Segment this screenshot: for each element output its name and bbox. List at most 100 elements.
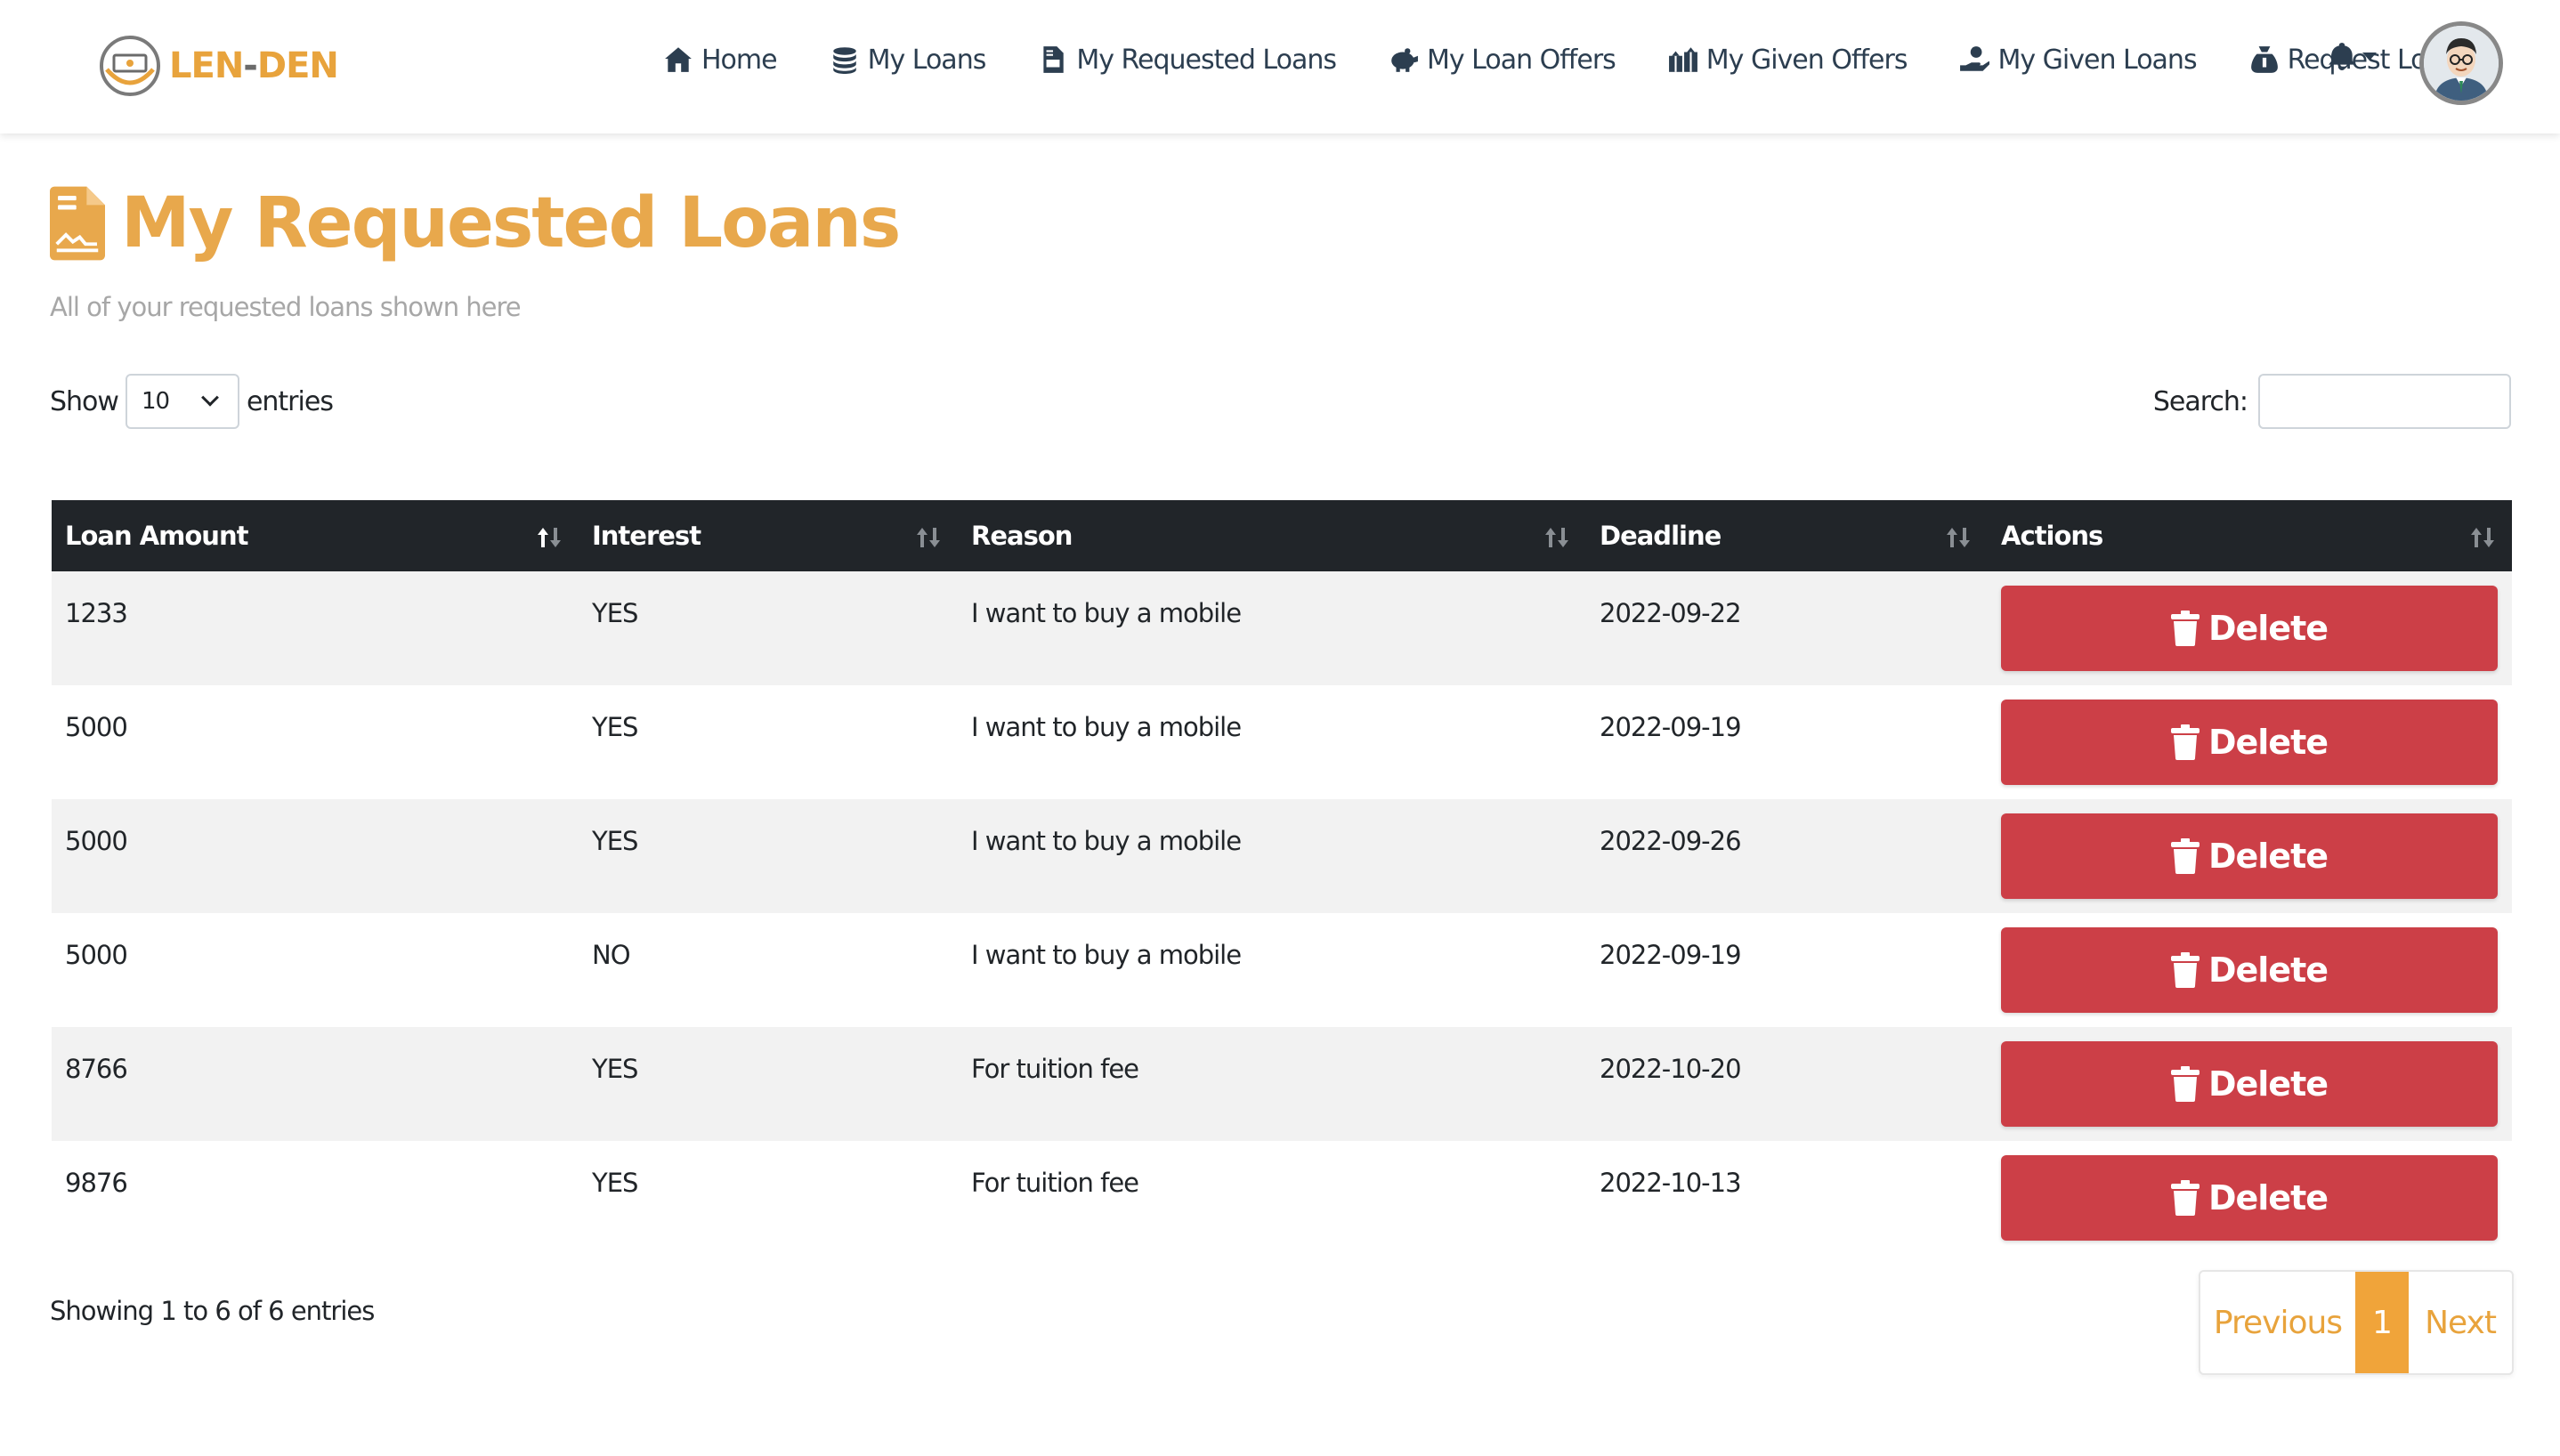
cell-actions: Delete — [1988, 1027, 2512, 1141]
table-header: Loan Amount Interest Reason Deadline Act… — [52, 500, 2512, 571]
cell-deadline: 2022-09-22 — [1600, 598, 1742, 628]
table-row: 9876 YES For tuition fee 2022-10-13 Dele… — [52, 1141, 2512, 1255]
show-label: Show — [50, 385, 119, 417]
user-avatar-icon — [2424, 26, 2499, 101]
nav-home-label: Home — [701, 44, 778, 76]
column-header-reason[interactable]: Reason — [958, 500, 1586, 571]
cell-reason: I want to buy a mobile — [971, 712, 1242, 742]
nav-my-given-offers[interactable]: My Given Offers — [1667, 44, 1908, 76]
delete-button[interactable]: Delete — [2001, 1041, 2498, 1127]
column-header-label: Reason — [971, 521, 1073, 551]
cell-loan-amount: 9876 — [65, 1168, 128, 1198]
search-control: Search: — [2153, 374, 2511, 429]
logo-icon — [100, 36, 160, 96]
search-input[interactable] — [2258, 374, 2511, 429]
file-invoice-icon — [1037, 44, 1069, 76]
trash-icon — [2170, 1180, 2199, 1216]
column-header-loan-amount[interactable]: Loan Amount — [52, 500, 579, 571]
sort-icon — [913, 524, 944, 551]
entries-select[interactable]: 10 — [125, 374, 239, 429]
nav-links: Home My Loans My Requested Loans My Loan… — [662, 36, 2509, 84]
delete-button[interactable]: Delete — [2001, 927, 2498, 1013]
trash-icon — [2170, 724, 2199, 760]
delete-button[interactable]: Delete — [2001, 1155, 2498, 1241]
cell-interest: YES — [592, 1168, 638, 1198]
cell-deadline: 2022-10-13 — [1600, 1168, 1742, 1198]
column-header-deadline[interactable]: Deadline — [1586, 500, 1988, 571]
table-row: 5000 YES I want to buy a mobile 2022-09-… — [52, 799, 2512, 913]
cell-deadline: 2022-10-20 — [1600, 1054, 1742, 1084]
nav-my-requested-loans-label: My Requested Loans — [1076, 44, 1337, 76]
show-entries-control: Show 10 entries — [50, 374, 334, 429]
piggy-bank-icon — [1388, 44, 1420, 76]
cell-actions: Delete — [1988, 913, 2512, 1027]
sort-icon — [1542, 524, 1572, 551]
sort-ascending-icon — [534, 524, 564, 551]
cell-interest: YES — [592, 598, 638, 628]
trash-icon — [2170, 1066, 2199, 1102]
table-info: Showing 1 to 6 of 6 entries — [50, 1296, 375, 1326]
delete-button[interactable]: Delete — [2001, 586, 2498, 671]
page-1-button[interactable]: 1 — [2355, 1272, 2409, 1373]
bell-icon — [2329, 43, 2355, 70]
cell-actions: Delete — [1988, 685, 2512, 799]
brand-name: LEN-DEN — [169, 45, 339, 86]
cell-deadline: 2022-09-19 — [1600, 940, 1742, 970]
column-header-label: Interest — [592, 521, 701, 551]
nav-my-given-offers-label: My Given Offers — [1705, 44, 1908, 76]
trash-icon — [2170, 611, 2199, 646]
cell-loan-amount: 5000 — [65, 940, 128, 970]
user-avatar[interactable] — [2419, 21, 2503, 105]
requested-loans-table: Loan Amount Interest Reason Deadline Act… — [52, 500, 2512, 1255]
column-header-label: Deadline — [1600, 521, 1722, 551]
notifications-dropdown[interactable] — [2327, 41, 2377, 71]
cell-interest: YES — [592, 826, 638, 856]
table-row: 5000 NO I want to buy a mobile 2022-09-1… — [52, 913, 2512, 1027]
column-header-interest[interactable]: Interest — [579, 500, 958, 571]
sort-icon — [1943, 524, 1973, 551]
cell-reason: I want to buy a mobile — [971, 826, 1242, 856]
pagination: Previous 1 Next — [2199, 1270, 2514, 1375]
nav-my-loan-offers[interactable]: My Loan Offers — [1388, 44, 1616, 76]
delete-button[interactable]: Delete — [2001, 700, 2498, 785]
chevron-down-icon — [201, 388, 219, 407]
cell-loan-amount: 5000 — [65, 712, 128, 742]
gifts-icon — [1667, 44, 1699, 76]
nav-my-given-loans[interactable]: My Given Loans — [1958, 44, 2198, 76]
cell-reason: For tuition fee — [971, 1054, 1139, 1084]
cell-actions: Delete — [1988, 799, 2512, 913]
nav-home[interactable]: Home — [662, 44, 778, 76]
delete-button-label: Delete — [2208, 1064, 2329, 1104]
file-invoice-icon — [50, 186, 105, 261]
search-label: Search: — [2152, 385, 2248, 417]
delete-button[interactable]: Delete — [2001, 813, 2498, 899]
cell-interest: NO — [592, 940, 631, 970]
delete-button-label: Delete — [2208, 950, 2329, 990]
cell-loan-amount: 8766 — [65, 1054, 128, 1084]
cell-loan-amount: 1233 — [65, 598, 128, 628]
entries-label: entries — [246, 385, 334, 417]
brand[interactable]: LEN-DEN — [98, 34, 339, 98]
page-title: My Requested Loans — [121, 183, 901, 263]
entries-select-value: 10 — [141, 388, 170, 415]
top-navbar: LEN-DEN Home My Loans My Requested Loans… — [0, 0, 2560, 133]
page-subtitle: All of your requested loans shown here — [50, 292, 522, 322]
delete-button-label: Delete — [2208, 1178, 2329, 1217]
next-page-button[interactable]: Next — [2409, 1272, 2512, 1373]
cell-loan-amount: 5000 — [65, 826, 128, 856]
nav-my-loans[interactable]: My Loans — [829, 44, 986, 76]
cell-interest: YES — [592, 1054, 638, 1084]
table-row: 5000 YES I want to buy a mobile 2022-09-… — [52, 685, 2512, 799]
trash-icon — [2170, 838, 2199, 874]
cell-deadline: 2022-09-19 — [1600, 712, 1742, 742]
previous-page-button[interactable]: Previous — [2200, 1272, 2355, 1373]
column-header-label: Loan Amount — [65, 521, 248, 551]
nav-my-given-loans-label: My Given Loans — [1997, 44, 2197, 76]
caret-down-icon — [2362, 52, 2377, 61]
nav-my-requested-loans[interactable]: My Requested Loans — [1037, 44, 1337, 76]
delete-button-label: Delete — [2208, 723, 2329, 762]
cell-reason: I want to buy a mobile — [971, 598, 1242, 628]
column-header-actions[interactable]: Actions — [1988, 500, 2512, 571]
house-icon — [662, 44, 694, 76]
table-body: 1233 YES I want to buy a mobile 2022-09-… — [52, 571, 2512, 1255]
